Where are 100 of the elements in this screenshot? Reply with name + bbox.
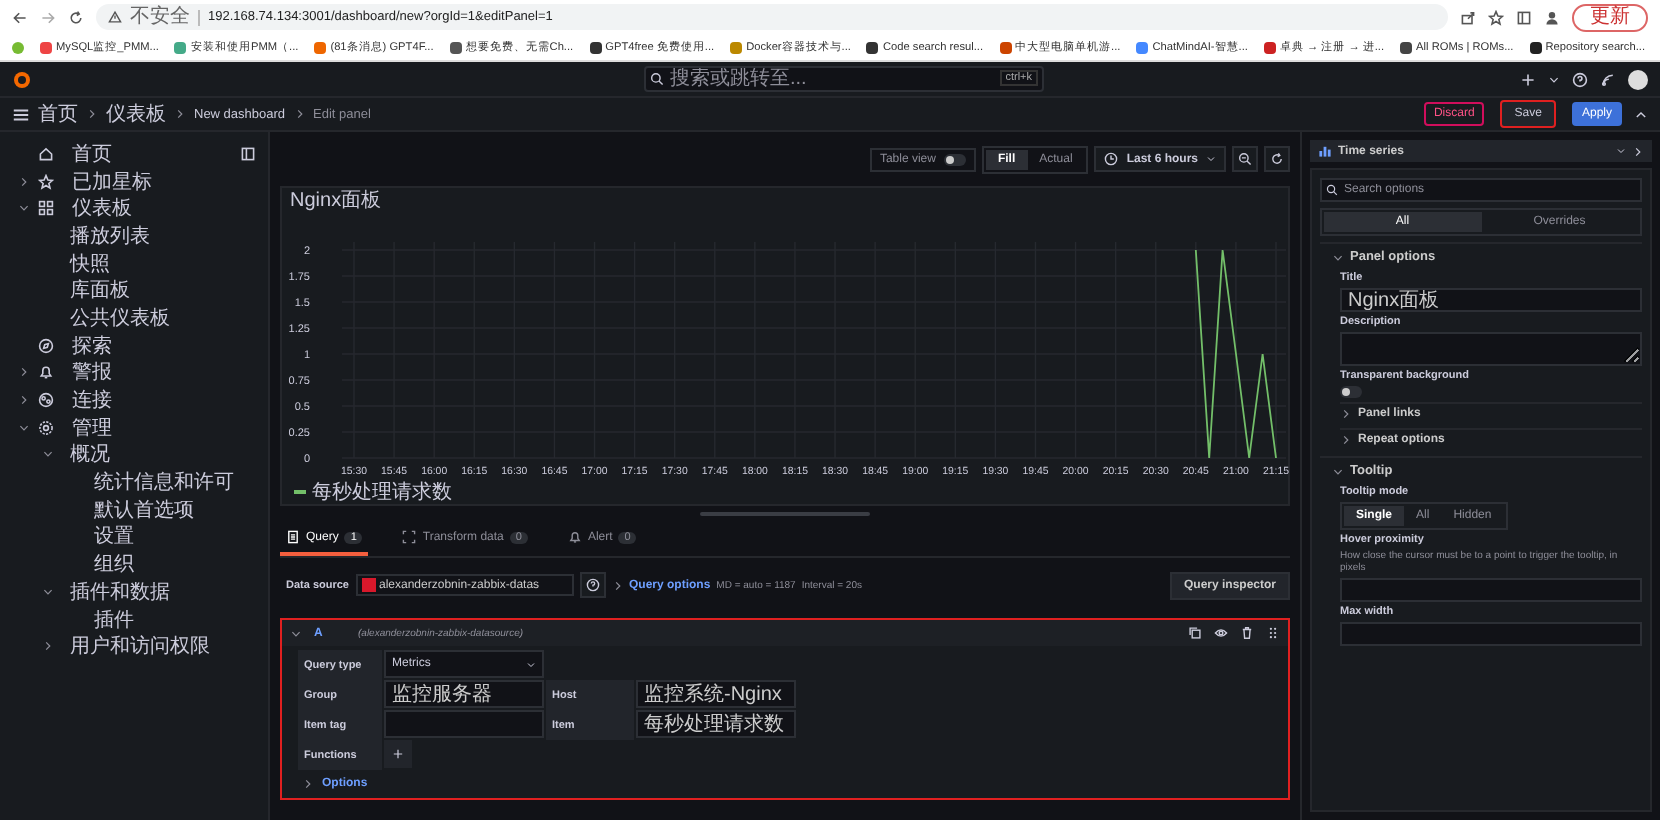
query-icon: [286, 530, 300, 544]
sidebar-item[interactable]: 已加星标: [72, 167, 152, 196]
menu-icon: [12, 105, 30, 123]
chevron-icon[interactable]: [1332, 251, 1344, 263]
favicon-icon: [589, 41, 602, 53]
breadcrumb-link[interactable]: 首页: [38, 100, 78, 128]
chevron-icon[interactable]: [290, 627, 302, 639]
resize-handle[interactable]: [700, 512, 870, 516]
alert-icon: [567, 530, 582, 544]
sidebar-item[interactable]: 概况: [70, 440, 110, 469]
sidebar-item[interactable]: 管理: [72, 413, 112, 442]
copy-icon: [1188, 626, 1202, 640]
panel-title: Nginx面板: [288, 188, 384, 216]
chevron-icon[interactable]: [18, 421, 30, 434]
chevron-icon[interactable]: [1340, 434, 1352, 446]
help-icon: [585, 578, 599, 592]
sidebar-item[interactable]: 警报: [72, 358, 112, 387]
bell-icon: [38, 364, 54, 381]
query-input[interactable]: 监控服务器: [384, 680, 544, 708]
query-input[interactable]: 每秒处理请求数: [636, 710, 796, 738]
sidebar-item[interactable]: 首页: [72, 139, 112, 168]
forward-icon: [40, 9, 56, 25]
caret-icon: [1206, 154, 1216, 164]
clock-icon: [1104, 152, 1119, 166]
sidebar-item[interactable]: 插件和数据: [70, 577, 170, 606]
caret-icon: [1548, 73, 1560, 85]
back-icon: [12, 9, 28, 25]
home-icon: [38, 145, 54, 162]
favicon-icon: [174, 41, 187, 53]
compass-icon: [38, 337, 54, 354]
query-input[interactable]: [384, 710, 544, 738]
chevron-icon[interactable]: [1340, 408, 1352, 420]
search-icon: [650, 72, 664, 86]
logo-icon[interactable]: [12, 69, 32, 89]
favicon-icon: [314, 41, 327, 53]
query-input[interactable]: 监控系统-Nginx: [636, 680, 796, 708]
legend-label[interactable]: 每秒处理请求数: [312, 478, 452, 506]
sidebar-item[interactable]: 用户和访问权限: [70, 632, 210, 661]
eye-icon: [1214, 626, 1228, 640]
grid-icon: [38, 200, 54, 217]
favicon-icon: [1400, 41, 1413, 53]
add-function-button[interactable]: [384, 740, 412, 768]
favicon-icon: [1263, 41, 1276, 53]
dock-icon: [240, 145, 256, 162]
star-icon: [38, 173, 54, 190]
option-input[interactable]: Nginx面板: [1340, 288, 1642, 312]
avatar[interactable]: [1628, 69, 1648, 89]
plus-icon: [392, 748, 404, 760]
sidebar-item[interactable]: 连接: [72, 386, 112, 415]
chevron-icon[interactable]: [42, 640, 54, 653]
chevron-icon[interactable]: [42, 585, 54, 598]
favicon-icon: [866, 41, 879, 53]
sidebar-item[interactable]: 插件: [94, 605, 134, 634]
chevron-icon[interactable]: [18, 366, 30, 379]
sidebar-item[interactable]: 组织: [94, 550, 134, 579]
sidebar-item[interactable]: 设置: [94, 522, 134, 551]
separator-icon: [174, 108, 186, 120]
sidebar-item[interactable]: 播放列表: [70, 221, 150, 250]
caret-icon: [526, 659, 536, 669]
favicon-icon: [449, 41, 462, 53]
chevron-icon[interactable]: [18, 394, 30, 407]
chevron-icon: [1632, 145, 1644, 157]
toggle-switch[interactable]: [1340, 386, 1362, 398]
sidebar-item[interactable]: 库面板: [70, 276, 130, 305]
favicon-icon: [999, 41, 1012, 53]
warning-icon: [108, 10, 122, 24]
chevron-icon[interactable]: [42, 448, 54, 461]
favicon-icon: [730, 41, 743, 53]
chevron-icon[interactable]: [1332, 465, 1344, 477]
option-input[interactable]: [1340, 622, 1642, 646]
sidebar-item[interactable]: 公共仪表板: [70, 303, 170, 332]
reload-icon: [68, 9, 84, 25]
share-icon: [1460, 9, 1476, 25]
side-panel-icon: [1516, 9, 1532, 25]
sidebar-item[interactable]: 仪表板: [72, 194, 132, 223]
description-field[interactable]: [1340, 332, 1642, 366]
chevron-icon[interactable]: [18, 175, 30, 188]
settings-icon: [38, 419, 54, 436]
breadcrumb-link[interactable]: 仪表板: [106, 100, 166, 128]
sidebar-item[interactable]: 默认首选项: [94, 495, 194, 524]
refresh-icon: [1270, 152, 1284, 166]
sidebar-item[interactable]: 快照: [70, 249, 110, 278]
sidebar-item[interactable]: 统计信息和许可: [94, 468, 234, 497]
news-icon: [1600, 71, 1616, 87]
chevron-icon[interactable]: [18, 202, 30, 215]
sidebar-item[interactable]: 探索: [72, 331, 112, 360]
add-icon: [1520, 71, 1536, 87]
help-icon: [1572, 71, 1588, 87]
favicon-icon: [40, 41, 52, 53]
bookmark-star-icon: [1488, 9, 1504, 25]
separator-icon: [293, 108, 306, 120]
chevron-icon: [302, 778, 314, 790]
zoom-out-icon: [1238, 152, 1252, 166]
chart-icon: [1318, 144, 1332, 158]
collapse-icon: [1634, 107, 1648, 121]
separator-icon: [86, 108, 98, 120]
update-button[interactable]: 更新: [1572, 3, 1648, 31]
caret-icon: [1616, 146, 1626, 156]
transform-icon: [402, 530, 417, 544]
option-input[interactable]: [1340, 578, 1642, 602]
